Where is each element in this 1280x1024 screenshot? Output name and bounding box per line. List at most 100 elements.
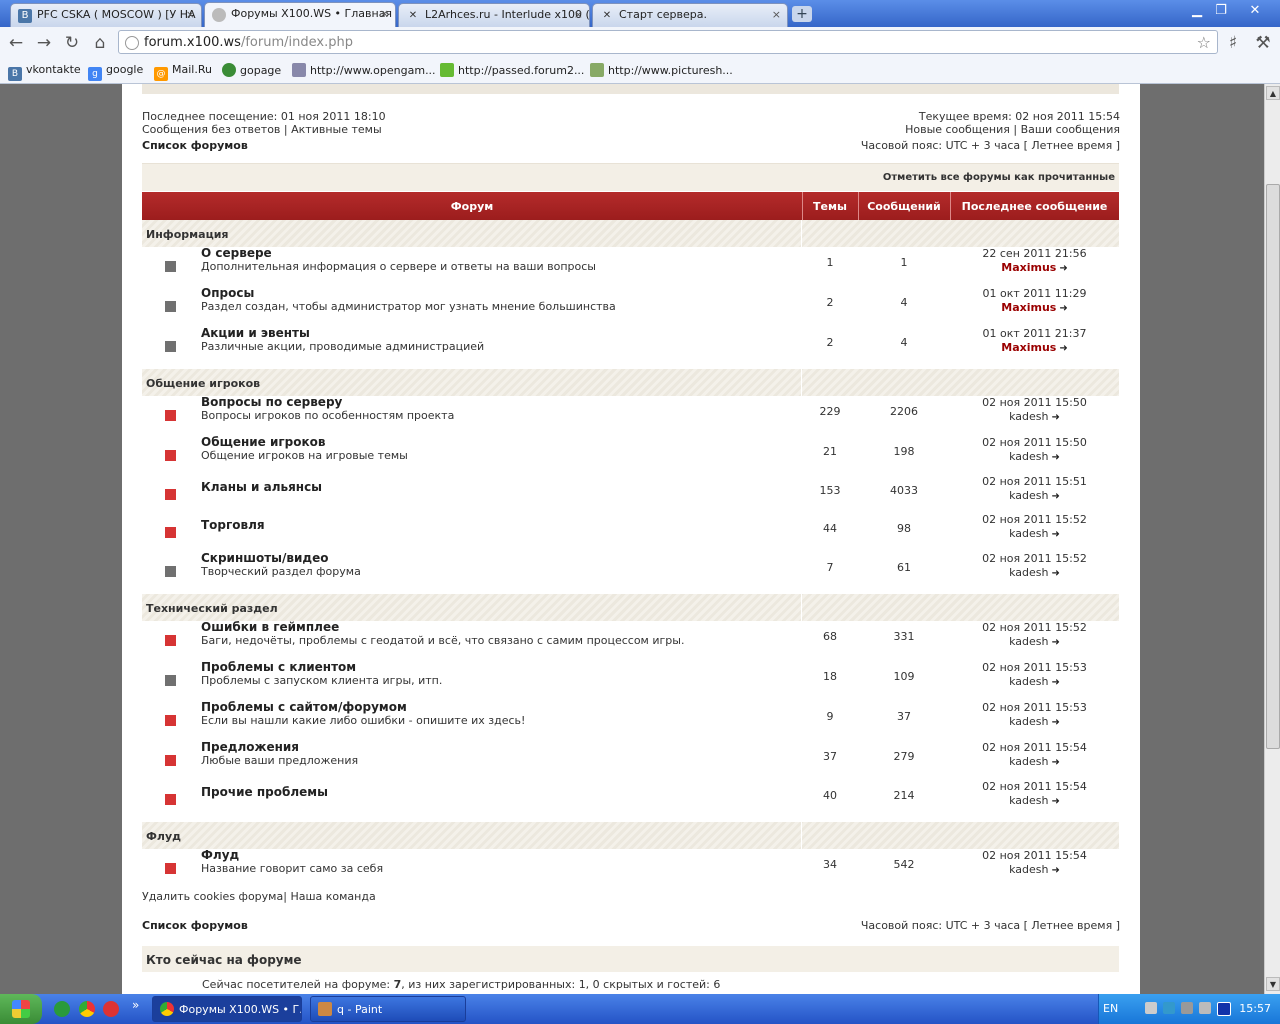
last-post-author[interactable]: kadesh <box>1009 715 1048 728</box>
bookmark-vkontakte[interactable]: Bvkontakte <box>8 63 81 81</box>
forum-name-link[interactable]: Торговля <box>201 518 265 532</box>
close-icon[interactable]: × <box>772 8 781 21</box>
last-post-author[interactable]: Maximus <box>1001 301 1056 314</box>
last-post-author[interactable]: kadesh <box>1009 675 1048 688</box>
category-title[interactable]: Общение игроков <box>146 377 260 390</box>
vertical-scrollbar[interactable]: ▲ ▼ <box>1264 84 1280 994</box>
goto-last-post-icon[interactable]: ➜ <box>1051 567 1059 581</box>
last-post-author[interactable]: kadesh <box>1009 489 1048 502</box>
scroll-up-icon[interactable]: ▲ <box>1266 86 1280 100</box>
language-indicator[interactable]: EN <box>1103 1002 1118 1015</box>
last-post-author[interactable]: kadesh <box>1009 410 1048 423</box>
new-tab-button[interactable]: + <box>792 6 812 22</box>
utorrent-icon[interactable] <box>54 1001 70 1017</box>
bookmark-passed[interactable]: http://passed.forum2... <box>440 63 584 77</box>
last-post-author[interactable]: kadesh <box>1009 635 1048 648</box>
forum-read-icon <box>165 566 176 577</box>
bookmark-star-icon[interactable]: ☆ <box>1197 33 1211 52</box>
minimize-icon[interactable]: ▁ <box>1186 2 1208 20</box>
bookmark-opengam[interactable]: http://www.opengam... <box>292 63 436 77</box>
goto-last-post-icon[interactable]: ➜ <box>1051 636 1059 650</box>
forum-list-link[interactable]: Список форумов <box>142 139 248 152</box>
mark-all-read-link[interactable]: Отметить все форумы как прочитанные <box>883 172 1115 183</box>
last-post-author[interactable]: kadesh <box>1009 450 1048 463</box>
active-topics-link[interactable]: Активные темы <box>291 123 382 136</box>
last-post-author[interactable]: Maximus <box>1001 261 1056 274</box>
goto-last-post-icon[interactable]: ➜ <box>1051 490 1059 504</box>
tab-cska[interactable]: B PFC CSKA ( MOSCOW ) [У НА × <box>10 3 202 27</box>
volume-icon[interactable] <box>1199 1002 1211 1014</box>
your-posts-link[interactable]: Ваши сообщения <box>1021 123 1120 136</box>
start-button[interactable] <box>0 994 42 1024</box>
forum-list-link-bottom[interactable]: Список форумов <box>142 919 248 932</box>
goto-last-post-icon[interactable]: ➜ <box>1051 676 1059 690</box>
app-icon[interactable] <box>103 1001 119 1017</box>
last-post-author[interactable]: kadesh <box>1009 863 1048 876</box>
forum-name-link[interactable]: Общение игроков <box>201 435 326 449</box>
unanswered-link[interactable]: Сообщения без ответов <box>142 123 280 136</box>
back-icon[interactable]: ← <box>5 33 27 53</box>
last-post-author[interactable]: kadesh <box>1009 755 1048 768</box>
scroll-down-icon[interactable]: ▼ <box>1266 977 1280 991</box>
reload-icon[interactable]: ↻ <box>61 33 83 53</box>
close-icon[interactable]: × <box>186 8 195 21</box>
category-title[interactable]: Информация <box>146 228 229 241</box>
skype-icon[interactable] <box>1163 1002 1175 1014</box>
forum-name-link[interactable]: Акции и эвенты <box>201 326 310 340</box>
goto-last-post-icon[interactable]: ➜ <box>1059 262 1067 276</box>
network-icon[interactable] <box>1145 1002 1157 1014</box>
taskbar-item-paint[interactable]: q - Paint <box>310 996 466 1022</box>
taskbar-item-chrome[interactable]: Форумы X100.WS • Г... <box>152 996 302 1022</box>
media-icon[interactable] <box>1217 1002 1231 1016</box>
close-window-icon[interactable]: ✕ <box>1244 2 1266 20</box>
wrench-icon[interactable]: ⚒ <box>1252 33 1274 53</box>
tools-icon[interactable] <box>1181 1002 1193 1014</box>
forum-name-link[interactable]: Опросы <box>201 286 254 300</box>
forum-name-link[interactable]: Проблемы с клиентом <box>201 660 356 674</box>
home-icon[interactable]: ⌂ <box>89 33 111 53</box>
forum-name-link[interactable]: Кланы и альянсы <box>201 480 322 494</box>
tab-l2arhces[interactable]: ✕ L2Arhces.ru - Interlude x100 ( × <box>398 3 590 27</box>
chrome-icon[interactable] <box>79 1001 95 1017</box>
forward-icon[interactable]: → <box>33 33 55 53</box>
forum-name-link[interactable]: Флуд <box>201 848 239 862</box>
bookmark-mailru[interactable]: @ Mail.Ru <box>154 63 212 81</box>
tools-icon[interactable]: ♯ <box>1222 33 1244 53</box>
forum-name-link[interactable]: Проблемы с сайтом/форумом <box>201 700 407 714</box>
goto-last-post-icon[interactable]: ➜ <box>1051 528 1059 542</box>
goto-last-post-icon[interactable]: ➜ <box>1059 342 1067 356</box>
goto-last-post-icon[interactable]: ➜ <box>1051 716 1059 730</box>
last-post-author[interactable]: kadesh <box>1009 794 1048 807</box>
close-icon[interactable]: × <box>380 7 389 20</box>
forum-name-link[interactable]: Ошибки в геймплее <box>201 620 339 634</box>
goto-last-post-icon[interactable]: ➜ <box>1051 756 1059 770</box>
last-post-author[interactable]: Maximus <box>1001 341 1056 354</box>
category-title[interactable]: Технический раздел <box>146 602 278 615</box>
category-title[interactable]: Флуд <box>146 830 181 843</box>
forum-name-link[interactable]: Предложения <box>201 740 299 754</box>
forum-name-link[interactable]: О сервере <box>201 246 272 260</box>
goto-last-post-icon[interactable]: ➜ <box>1059 302 1067 316</box>
goto-last-post-icon[interactable]: ➜ <box>1051 795 1059 809</box>
forum-name-link[interactable]: Вопросы по серверу <box>201 395 342 409</box>
address-bar[interactable]: forum.x100.ws/forum/index.php ☆ <box>118 30 1218 54</box>
last-post-author[interactable]: kadesh <box>1009 566 1048 579</box>
goto-last-post-icon[interactable]: ➜ <box>1051 411 1059 425</box>
bookmark-gopage[interactable]: gopage <box>222 63 281 77</box>
last-post-author[interactable]: kadesh <box>1009 527 1048 540</box>
tab-forum[interactable]: Форумы X100.WS • Главная с × <box>204 2 396 28</box>
close-icon[interactable]: × <box>574 8 583 21</box>
goto-last-post-icon[interactable]: ➜ <box>1051 864 1059 878</box>
tab-start[interactable]: ✕ Старт сервера. × <box>592 3 788 27</box>
new-posts-link[interactable]: Новые сообщения <box>905 123 1010 136</box>
quicklaunch-overflow-icon[interactable]: » <box>132 998 139 1012</box>
bookmark-picturesh[interactable]: http://www.picturesh... <box>590 63 733 77</box>
our-team-link[interactable]: Наша команда <box>290 890 375 903</box>
delete-cookies-link[interactable]: Удалить cookies форума <box>142 890 283 903</box>
scroll-thumb[interactable] <box>1266 184 1280 749</box>
forum-name-link[interactable]: Прочие проблемы <box>201 785 328 799</box>
bookmark-google[interactable]: g google <box>88 63 143 81</box>
goto-last-post-icon[interactable]: ➜ <box>1051 451 1059 465</box>
forum-name-link[interactable]: Скриншоты/видео <box>201 551 329 565</box>
maximize-icon[interactable]: ❐ <box>1210 2 1232 20</box>
